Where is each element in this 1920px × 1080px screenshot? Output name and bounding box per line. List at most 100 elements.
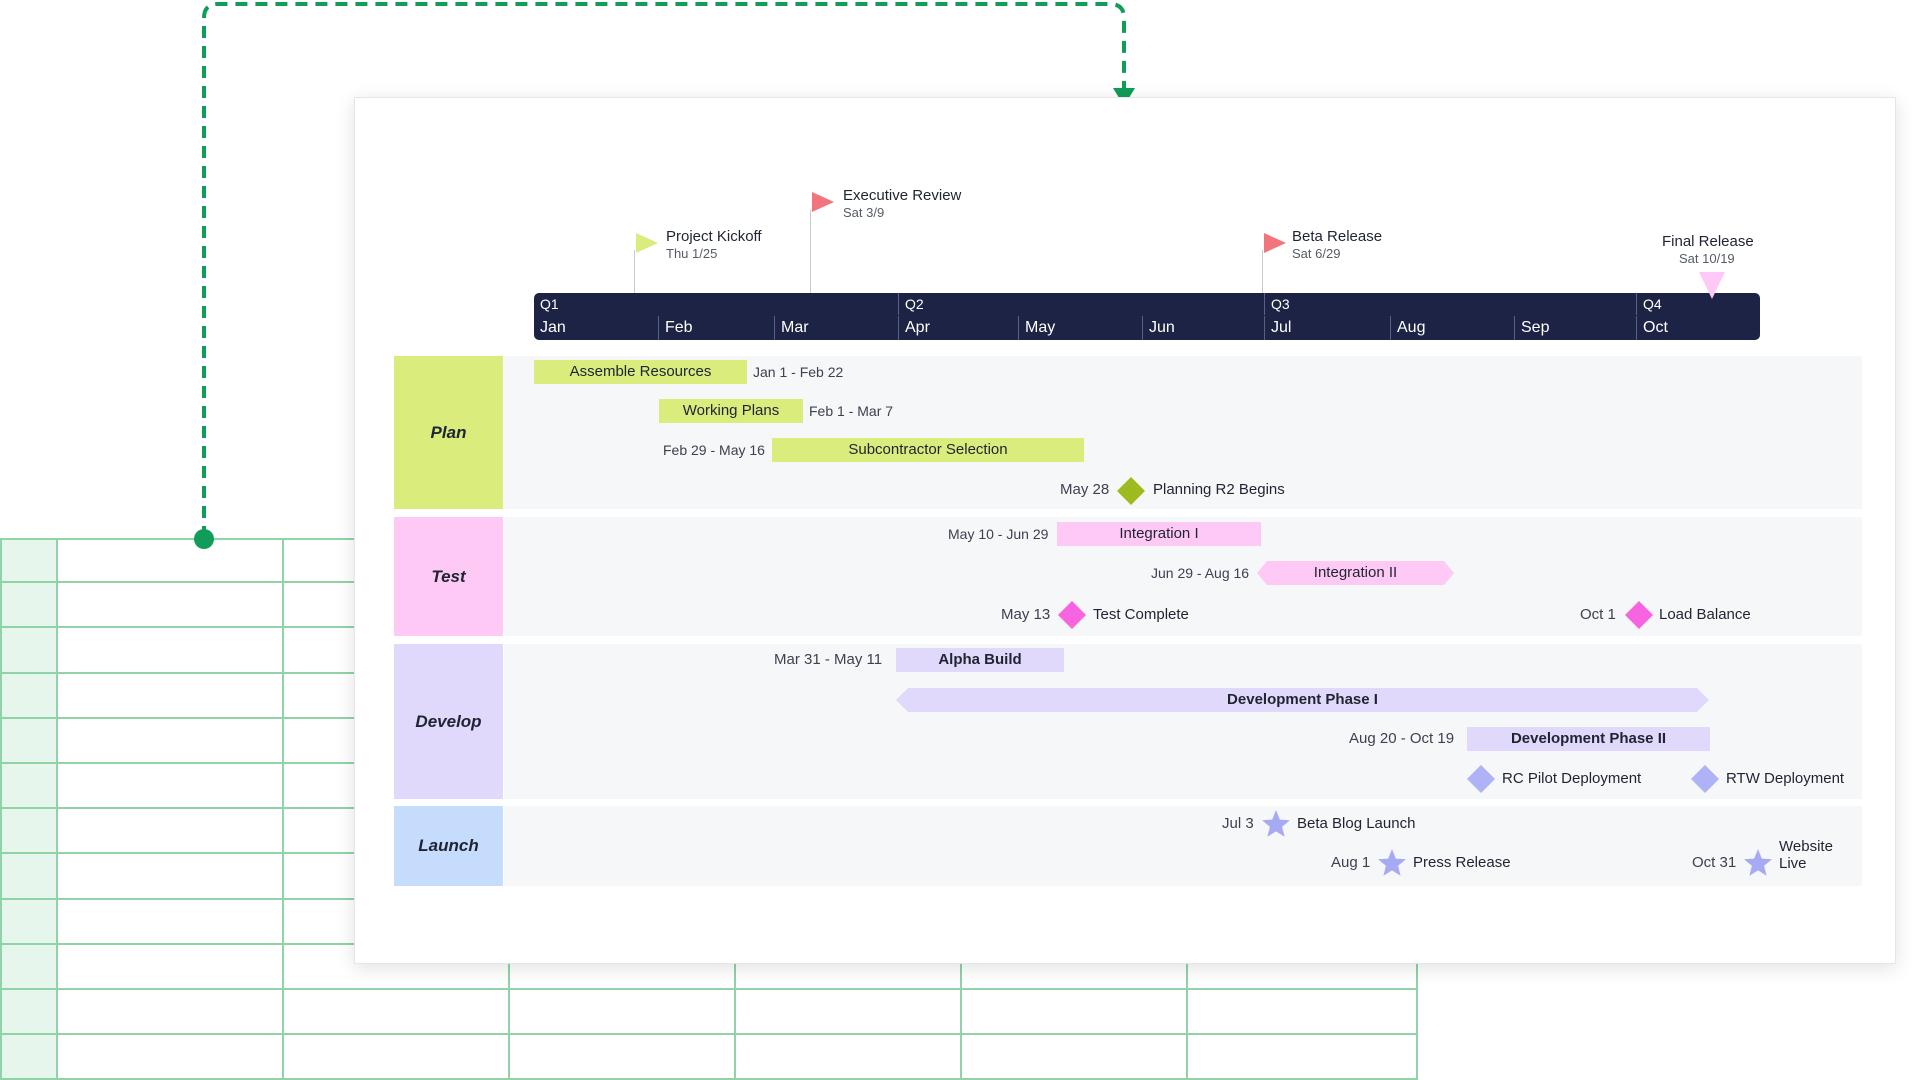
grid-cell [58, 673, 284, 719]
diamond-icon[interactable] [1625, 601, 1653, 629]
month-label: Aug [1390, 316, 1514, 340]
quarter-label: Q1 [540, 296, 559, 312]
timescale-bar: Q1 Q2 Q3 Q4 Jan Feb Mar Apr May Jun Jul … [534, 293, 1760, 340]
grid-cell [58, 583, 284, 629]
milestone-title: Executive Review [843, 187, 962, 204]
grid-cell [58, 990, 284, 1036]
milestone-date: May 28 [1060, 481, 1110, 498]
grid-cell [0, 809, 58, 855]
diamond-icon[interactable] [1117, 477, 1145, 505]
milestone-label: Load Balance [1659, 606, 1751, 623]
milestone-label: Press Release [1413, 854, 1511, 871]
green-flag-icon [636, 233, 658, 253]
task-bar[interactable]: Development Phase II [1467, 727, 1710, 751]
diamond-icon[interactable] [1691, 765, 1719, 793]
grid-cell [0, 854, 58, 900]
lane-label-launch: Launch [394, 806, 503, 886]
milestone-title: Beta Release [1292, 228, 1383, 245]
grid-cell [0, 899, 58, 945]
month-label: Feb [658, 316, 774, 340]
grid-cell [0, 718, 58, 764]
task-date: May 10 - Jun 29 [948, 526, 1049, 542]
pink-triangle-icon [1699, 272, 1725, 299]
milestone-date: Sat 3/9 [843, 205, 885, 220]
milestone-title: Final Release [1662, 233, 1754, 250]
task-bar[interactable]: Working Plans [659, 399, 803, 423]
lane-label-develop: Develop [394, 644, 503, 799]
milestone-label: Planning R2 Begins [1153, 481, 1285, 498]
month-label: Mar [774, 316, 898, 340]
grid-cell [1188, 1035, 1418, 1080]
milestone-date: Thu 1/25 [666, 246, 718, 261]
milestone-label: RTW Deployment [1726, 770, 1845, 787]
milestone-date: May 13 [1001, 606, 1051, 623]
lane-label-text: Develop [415, 711, 482, 731]
task-bar-label: Integration II [1313, 564, 1398, 581]
milestone-label: Test Complete [1093, 606, 1189, 623]
grid-cell [58, 764, 284, 810]
grid-cell [0, 673, 58, 719]
task-bar[interactable]: Alpha Build [896, 648, 1064, 672]
task-date: Feb 29 - May 16 [663, 442, 765, 458]
grid-cell [1188, 990, 1418, 1036]
quarter-label: Q2 [898, 293, 1264, 315]
flag-pole [634, 250, 635, 293]
milestone-label: Live [1779, 855, 1807, 872]
grid-cell [510, 1035, 736, 1080]
star-icon[interactable] [1743, 848, 1773, 878]
grid-cell [510, 990, 736, 1036]
milestone-label: RC Pilot Deployment [1502, 770, 1642, 787]
flag-pole [810, 210, 811, 293]
grid-cell [962, 990, 1188, 1036]
grid-cell [0, 764, 58, 810]
grid-cell [58, 944, 284, 990]
month-label: Sep [1514, 316, 1636, 340]
task-date: Mar 31 - May 11 [774, 651, 883, 668]
month-label: Jun [1142, 316, 1264, 340]
quarter-label: Q4 [1636, 293, 1760, 315]
lane-label-text: Test [431, 566, 466, 586]
milestone-label: Beta Blog Launch [1297, 815, 1416, 832]
flag-pole [1262, 250, 1263, 293]
task-bar[interactable]: Assemble Resources [534, 360, 747, 384]
grid-cell [0, 1035, 58, 1080]
grid-cell [58, 854, 284, 900]
month-label: Jul [1264, 316, 1390, 340]
task-date: Jun 29 - Aug 16 [1151, 565, 1250, 581]
star-icon[interactable] [1377, 848, 1407, 878]
milestone-date: Sat 10/19 [1679, 251, 1735, 266]
milestone-title: Project Kickoff [666, 228, 762, 245]
milestone-date: Oct 1 [1580, 606, 1616, 623]
launch-lane-bg [504, 806, 1862, 886]
star-icon[interactable] [1261, 809, 1291, 839]
milestone-date: Aug 1 [1331, 854, 1371, 871]
grid-cell [0, 944, 58, 990]
develop-lane-bg [504, 644, 1862, 799]
grid-cell [284, 990, 510, 1036]
red-flag-icon [812, 192, 834, 212]
milestone-date: Sat 6/29 [1292, 246, 1341, 261]
milestone-label: Website [1779, 838, 1833, 855]
grid-cell [736, 1035, 962, 1080]
grid-cell [58, 1035, 284, 1080]
red-flag-icon [1264, 233, 1286, 253]
lane-label-test: Test [394, 517, 503, 636]
month-label: Apr [898, 316, 1018, 340]
task-bar[interactable]: Subcontractor Selection [772, 438, 1084, 462]
diamond-icon[interactable] [1058, 601, 1086, 629]
grid-cell [0, 583, 58, 629]
grid-cell [0, 990, 58, 1036]
milestone-date: Jul 3 [1222, 815, 1254, 832]
diamond-icon[interactable] [1467, 765, 1495, 793]
grid-cell [0, 628, 58, 674]
quarter-label: Q3 [1264, 293, 1636, 315]
month-label: Oct [1636, 316, 1760, 340]
month-label: May [1018, 316, 1142, 340]
month-label: Jan [540, 319, 566, 336]
grid-cell [58, 718, 284, 764]
lane-label-plan: Plan [394, 356, 503, 509]
task-bar[interactable]: Integration I [1057, 522, 1261, 546]
lane-label-text: Plan [430, 422, 467, 442]
grid-cell [736, 990, 962, 1036]
task-bar-label: Development Phase I [1227, 691, 1378, 708]
